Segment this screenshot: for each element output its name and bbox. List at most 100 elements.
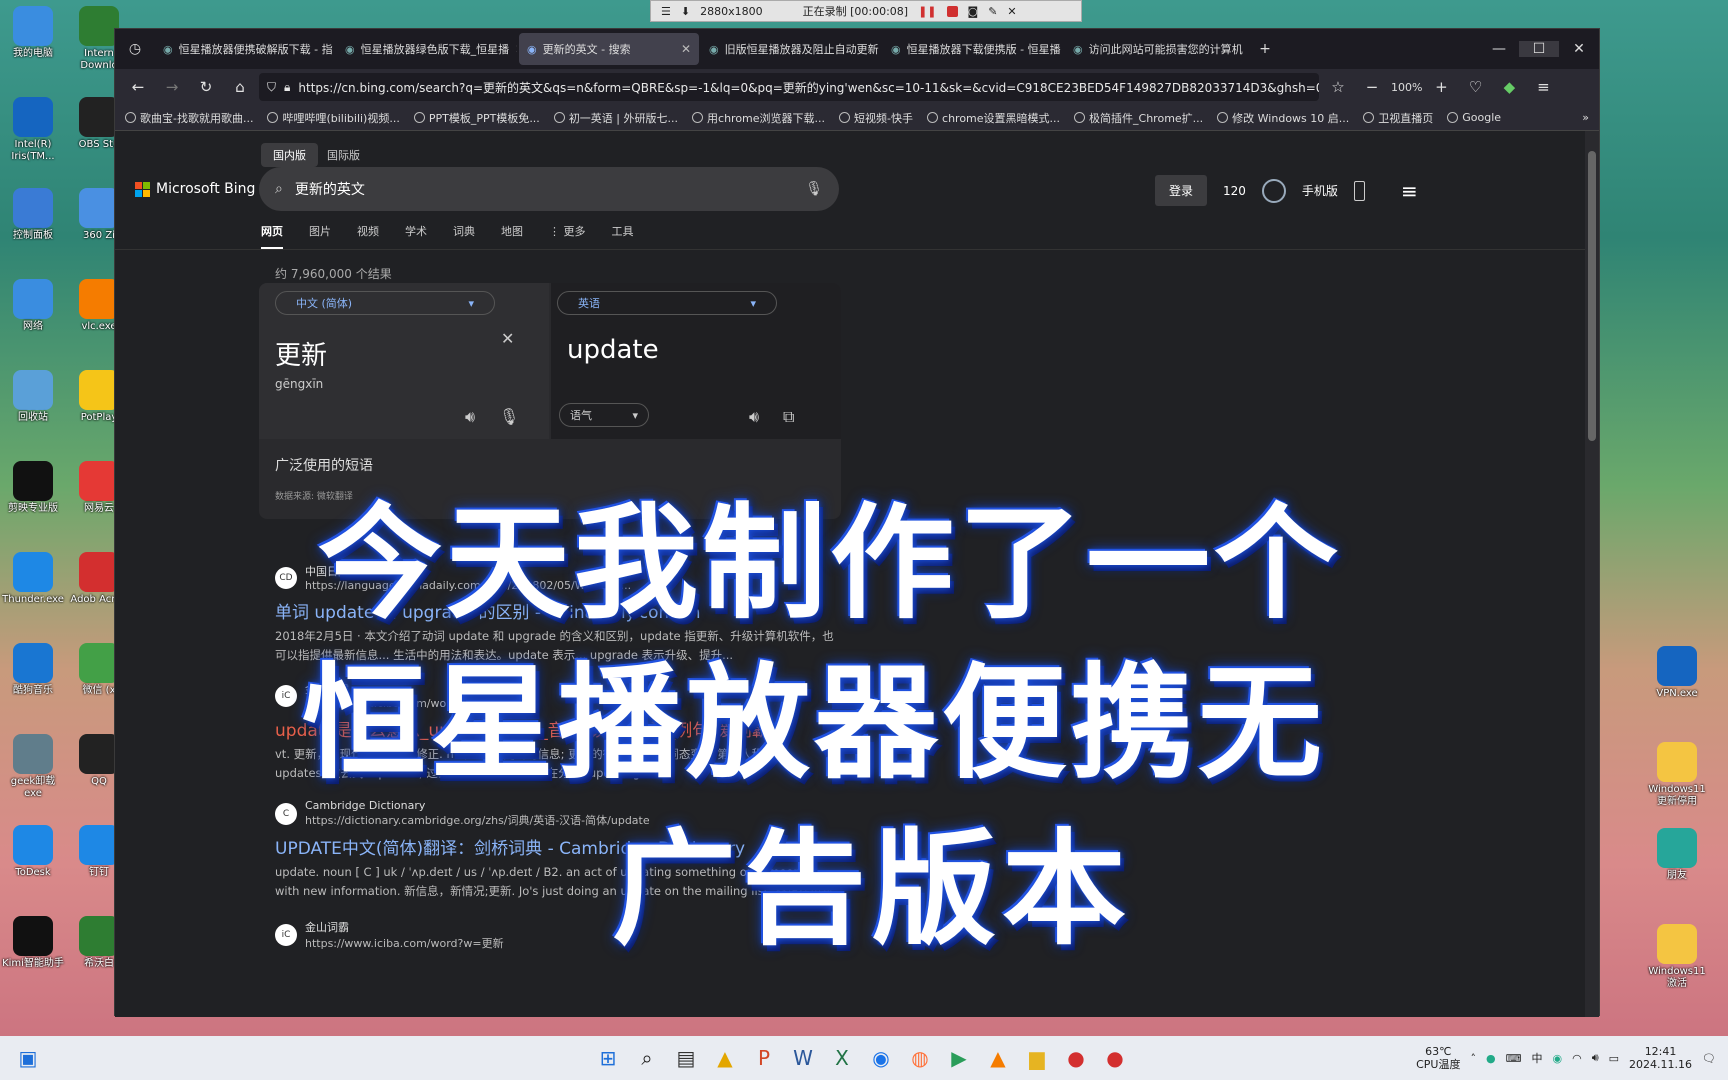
bookmark-item[interactable]: 歌曲宝-找歌就用歌曲... (125, 110, 253, 126)
chevron-up-icon[interactable]: ˄ (1470, 1052, 1476, 1065)
rewards-points[interactable]: 120 (1223, 184, 1246, 198)
minimize-button[interactable]: — (1479, 41, 1519, 57)
tab-close-icon[interactable]: ✕ (681, 42, 691, 56)
desktop-icon[interactable]: Thunder.exe (2, 552, 64, 606)
search-tab[interactable]: 学术 (405, 223, 427, 249)
home-button[interactable]: ⌂ (225, 73, 255, 101)
pause-button[interactable]: ❚❚ (918, 5, 936, 18)
wifi-icon[interactable]: ◠ (1572, 1052, 1582, 1065)
clear-icon[interactable]: ✕ (501, 329, 514, 348)
desktop-icon[interactable]: 我的电脑 (2, 6, 64, 60)
powerpoint-icon[interactable]: P (746, 1040, 782, 1076)
search-tab[interactable]: 词典 (453, 223, 475, 249)
desktop-icon[interactable]: 控制面板 (2, 188, 64, 242)
source-language-select[interactable]: 中文 (简体) ▾ (275, 291, 495, 315)
explorer-icon[interactable]: ▆ (1019, 1040, 1055, 1076)
clock[interactable]: 12:41 2024.11.16 (1629, 1045, 1692, 1071)
region-domestic[interactable]: 国内版 (261, 143, 318, 167)
widgets-icon[interactable]: ▣ (10, 1040, 46, 1076)
search-tab[interactable]: 工具 (612, 223, 634, 249)
desktop-icon[interactable]: Windows11 更新停用 (1642, 742, 1712, 808)
desktop-icon[interactable]: 酷狗音乐 (2, 643, 64, 697)
login-button[interactable]: 登录 (1155, 175, 1208, 206)
history-icon[interactable]: ◷ (115, 41, 155, 57)
search-tab[interactable]: 网页 (261, 223, 283, 249)
browser-tab[interactable]: ◉恒星播放器便携破解版下载 - 指✕ (155, 33, 335, 65)
bookmark-item[interactable]: 短视频-快手 (839, 110, 913, 126)
close-icon[interactable]: ✕ (1007, 5, 1016, 18)
start-icon[interactable]: ⊞ (590, 1040, 626, 1076)
record-icon[interactable]: ● (1097, 1040, 1133, 1076)
desktop-icon[interactable]: VPN.exe (1642, 646, 1712, 700)
scrollbar-thumb[interactable] (1588, 151, 1596, 441)
record-icon[interactable]: ● (1058, 1040, 1094, 1076)
search-box[interactable]: ⌕ 更新的英文 🎙︎ (259, 167, 839, 211)
bookmark-item[interactable]: 极简插件_Chrome扩... (1074, 110, 1203, 126)
region-international[interactable]: 国际版 (315, 143, 372, 167)
keyboard-icon[interactable]: ⌨ (1506, 1052, 1522, 1065)
speaker-icon[interactable]: 🔊︎ (749, 407, 759, 427)
excel-icon[interactable]: X (824, 1040, 860, 1076)
desktop-icon[interactable]: 回收站 (2, 370, 64, 424)
tone-select[interactable]: 语气 ▾ (559, 403, 649, 427)
browser-tab[interactable]: ◉旧版恒星播放器及阻止自动更新✕ (701, 33, 881, 65)
chrome-icon[interactable]: ◉ (863, 1040, 899, 1076)
desktop-icon[interactable]: 朋友 (1642, 828, 1712, 882)
pin-icon[interactable]: ⬇ (681, 5, 690, 18)
firefox-icon[interactable]: ◍ (902, 1040, 938, 1076)
site-url[interactable]: https://dictionary.cambridge.org/zhs/词典/… (305, 812, 650, 828)
bookmark-item[interactable]: 初一英语 | 外研版七... (553, 110, 678, 126)
hamburger-menu-icon[interactable]: ≡ (1401, 179, 1418, 203)
rewards-icon[interactable] (1261, 178, 1286, 203)
source-text[interactable]: 更新 (275, 335, 327, 372)
bookmark-item[interactable]: 修改 Windows 10 启... (1217, 110, 1349, 126)
back-button[interactable]: ← (123, 73, 153, 101)
browser-tab[interactable]: ◉恒星播放器下载便携版 - 恒星播✕ (883, 33, 1063, 65)
bookmark-item[interactable]: PPT模板_PPT模板免... (413, 110, 540, 126)
speaker-icon[interactable]: 🔊︎ (465, 407, 475, 427)
desktop-icon[interactable]: geek卸载 exe (2, 734, 64, 800)
browser-tab[interactable]: ◉ 恒星播放器绿色版下载_恒星播 ✕ (337, 33, 517, 65)
browser-tab[interactable]: ◉ 更新的英文 - 搜索 ✕ (519, 33, 699, 65)
bookmark-item[interactable]: 卫视直播页 (1363, 110, 1433, 126)
extension-icon[interactable]: ◆ (1494, 73, 1524, 101)
tray-app-icon[interactable]: ◉ (1552, 1052, 1562, 1065)
search-tab[interactable]: 地图 (501, 223, 523, 249)
stop-button[interactable] (946, 5, 958, 17)
desktop-icon[interactable]: 网络 (2, 279, 64, 333)
media-icon[interactable]: ▶ (941, 1040, 977, 1076)
scrollbar[interactable] (1585, 131, 1599, 1017)
desktop-icon[interactable]: Windows11 激活 (1642, 924, 1712, 990)
search-icon[interactable]: ⌕ (629, 1040, 665, 1076)
search-tab[interactable]: 图片 (309, 223, 331, 249)
reload-button[interactable]: ↻ (191, 73, 221, 101)
bookmark-item[interactable]: 哔哩哔哩(bilibili)视频... (267, 110, 400, 126)
browser-tab[interactable]: ◉访问此网站可能损害您的计算机✕ (1065, 33, 1245, 65)
bing-logo[interactable]: Microsoft Bing (135, 181, 255, 197)
desktop-icon[interactable]: ToDesk (2, 825, 64, 879)
phone-icon[interactable] (1353, 180, 1365, 201)
new-tab-button[interactable]: + (1245, 41, 1285, 57)
menu-icon[interactable]: ≡ (1528, 73, 1558, 101)
desktop-icon[interactable]: Kimi智能助手 (2, 916, 64, 970)
desktop-icon[interactable]: Intel(R) Iris(TM... (2, 97, 64, 163)
word-icon[interactable]: W (785, 1040, 821, 1076)
target-language-select[interactable]: 英语 ▾ (557, 291, 777, 315)
bookmark-item[interactable]: Google (1447, 111, 1501, 124)
zoom-out-button[interactable]: − (1357, 73, 1387, 101)
bookmark-star-icon[interactable]: ☆ (1323, 73, 1353, 101)
taskview-icon[interactable]: ▤ (668, 1040, 704, 1076)
window-close-button[interactable]: ✕ (1559, 41, 1599, 57)
bookmark-item[interactable]: 用chrome浏览器下载... (692, 110, 825, 126)
volume-icon[interactable]: 🔊︎ (1592, 1051, 1599, 1065)
pen-icon[interactable]: ✎ (988, 5, 997, 18)
microphone-icon[interactable]: 🎙︎ (499, 407, 519, 426)
tab-close-icon[interactable]: ✕ (515, 42, 517, 56)
notification-icon[interactable]: 🗨︎ (1702, 1052, 1716, 1065)
pocket-icon[interactable]: ♡ (1460, 73, 1490, 101)
forward-button[interactable]: → (157, 73, 187, 101)
search-tab[interactable]: ⋮ 更多 (549, 223, 586, 249)
search-input[interactable]: 更新的英文 (295, 179, 793, 199)
bookmark-item[interactable]: chrome设置黑暗模式... (927, 110, 1060, 126)
desktop-icon[interactable]: 剪映专业版 (2, 461, 64, 515)
